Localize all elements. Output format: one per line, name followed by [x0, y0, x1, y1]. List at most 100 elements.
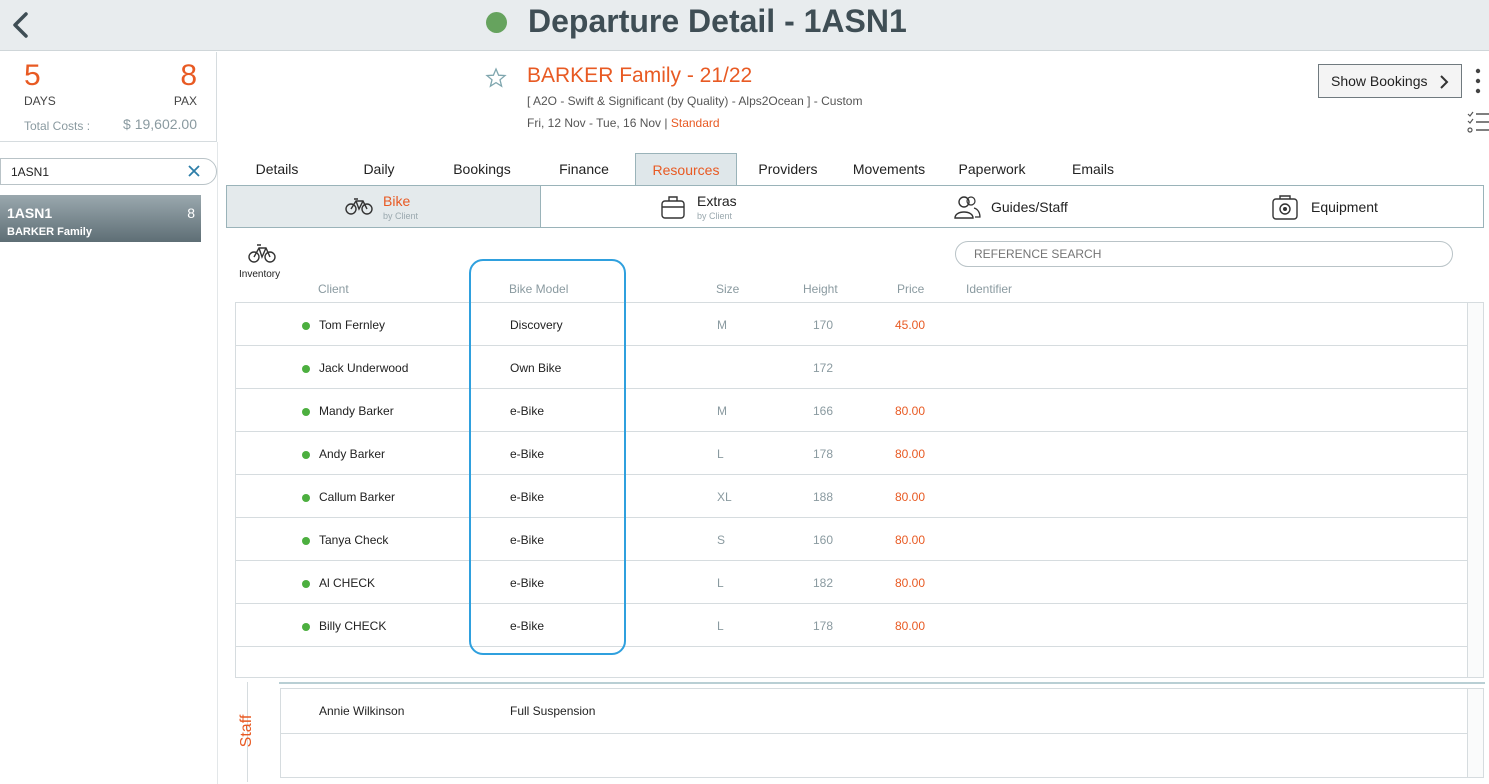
search-value: 1ASN1 — [11, 165, 50, 179]
size-value: L — [717, 576, 724, 590]
staff-section-divider — [279, 682, 1485, 684]
bike-icon — [345, 196, 373, 221]
subtab-guides-label: Guides/Staff — [991, 199, 1068, 215]
staff-row[interactable]: Annie Wilkinson Full Suspension — [281, 689, 1469, 734]
table-row[interactable]: Callum Barker e-Bike XL 188 80.00 — [236, 475, 1469, 518]
price-value: 80.00 — [895, 619, 926, 633]
height-value: 178 — [813, 447, 834, 461]
days-count: 5 — [24, 59, 41, 92]
tab-emails[interactable]: Emails — [1043, 153, 1143, 185]
tab-daily[interactable]: Daily — [329, 153, 429, 185]
tab-details[interactable]: Details — [227, 153, 327, 185]
table-row[interactable]: Tanya Check e-Bike S 160 80.00 — [236, 518, 1469, 561]
height-value: 182 — [813, 576, 834, 590]
client-name: Billy CHECK — [319, 619, 387, 633]
resource-subtabs: Bike by Client Extras by Client Guides/S… — [226, 185, 1484, 228]
departure-code: 1ASN1 — [7, 205, 53, 221]
status-dot — [302, 451, 310, 459]
top-bar: Departure Detail - 1ASN1 — [0, 0, 1489, 51]
size-value: XL — [717, 490, 732, 504]
staff-section-label: Staff — [238, 714, 255, 748]
height-value: 166 — [813, 404, 834, 418]
staff-icon — [953, 194, 981, 225]
staff-scrollbar[interactable] — [1467, 689, 1483, 777]
inventory-bike-icon[interactable] — [248, 242, 276, 264]
col-price[interactable]: Price — [897, 282, 924, 296]
dates-text: Fri, 12 Nov - Tue, 16 Nov | — [527, 116, 668, 130]
sidebar-divider — [217, 142, 218, 784]
tab-paperwork[interactable]: Paperwork — [941, 153, 1043, 185]
tour-description: [ A2O - Swift & Significant (by Quality)… — [527, 94, 863, 108]
subtab-guides-staff[interactable]: Guides/Staff — [861, 186, 1171, 227]
table-row[interactable]: Jack Underwood Own Bike 172 — [236, 346, 1469, 389]
departure-name: BARKER Family — [7, 226, 92, 238]
client-name: Tanya Check — [319, 533, 389, 547]
height-value: 188 — [813, 490, 834, 504]
staff-name: Annie Wilkinson — [319, 704, 405, 718]
subtab-equipment[interactable]: Equipment — [1171, 186, 1483, 227]
table-scrollbar[interactable] — [1467, 303, 1483, 677]
client-name: Mandy Barker — [319, 404, 394, 418]
table-row[interactable]: Billy CHECK e-Bike L 178 80.00 — [236, 604, 1469, 647]
show-bookings-label: Show Bookings — [1331, 73, 1428, 89]
status-dot — [302, 494, 310, 502]
more-vertical-icon[interactable] — [1472, 66, 1484, 96]
reference-search-input[interactable] — [955, 241, 1453, 267]
subtab-extras[interactable]: Extras by Client — [541, 186, 861, 227]
table-row[interactable]: Tom Fernley Discovery M 170 45.00 — [236, 303, 1469, 346]
departure-list-item[interactable]: 1ASN1 8 BARKER Family — [0, 195, 201, 242]
subtab-bike[interactable]: Bike by Client — [227, 186, 541, 227]
size-value: M — [717, 318, 727, 332]
table-row[interactable]: Andy Barker e-Bike L 178 80.00 — [236, 432, 1469, 475]
date-range: Fri, 12 Nov - Tue, 16 Nov | Standard — [527, 116, 720, 130]
departure-pax: 8 — [187, 205, 195, 221]
tab-finance[interactable]: Finance — [533, 153, 635, 185]
total-costs-label: Total Costs : — [24, 119, 91, 133]
tab-movements[interactable]: Movements — [839, 153, 939, 185]
inventory-label: Inventory — [239, 269, 281, 280]
table-row[interactable]: Mandy Barker e-Bike M 166 80.00 — [236, 389, 1469, 432]
height-value: 172 — [813, 361, 834, 375]
bike-model-highlight-box — [469, 259, 626, 655]
price-value: 80.00 — [895, 490, 926, 504]
col-identifier[interactable]: Identifier — [966, 282, 1012, 296]
pax-label: PAX — [173, 94, 197, 108]
tab-providers[interactable]: Providers — [737, 153, 839, 185]
status-dot — [302, 322, 310, 330]
staff-bike-model[interactable]: Full Suspension — [510, 704, 595, 718]
price-value: 80.00 — [895, 576, 926, 590]
page-title: Departure Detail - 1ASN1 — [528, 3, 907, 39]
checklist-icon[interactable] — [1466, 110, 1489, 134]
size-value: S — [717, 533, 726, 547]
equipment-icon — [1271, 194, 1299, 227]
days-label: DAYS — [24, 94, 56, 108]
show-bookings-button[interactable]: Show Bookings — [1318, 64, 1462, 98]
tab-resources[interactable]: Resources — [635, 153, 737, 185]
subtab-bike-label: Bike — [383, 193, 411, 209]
departure-summary: 5 DAYS 8 PAX Total Costs : $ 19,602.00 — [0, 52, 217, 142]
client-name: Andy Barker — [319, 447, 386, 461]
star-icon[interactable] — [485, 67, 507, 89]
tab-bookings[interactable]: Bookings — [431, 153, 533, 185]
status-dot — [302, 623, 310, 631]
price-value: 80.00 — [895, 447, 926, 461]
pax-count: 8 — [180, 59, 197, 92]
status-dot — [302, 537, 310, 545]
booking-title: BARKER Family - 21/22 — [527, 64, 753, 87]
height-value: 170 — [813, 318, 834, 332]
col-client[interactable]: Client — [318, 282, 349, 296]
size-value: L — [717, 619, 724, 633]
back-arrow-icon[interactable] — [6, 8, 36, 42]
subtab-extras-sub: by Client — [697, 211, 733, 221]
price-value: 80.00 — [895, 404, 926, 418]
col-height[interactable]: Height — [803, 282, 838, 296]
table-row[interactable]: Al CHECK e-Bike L 182 80.00 — [236, 561, 1469, 604]
col-size[interactable]: Size — [716, 282, 739, 296]
departure-search-input[interactable]: 1ASN1 — [0, 158, 217, 185]
client-name: Jack Underwood — [319, 361, 409, 375]
clear-icon[interactable] — [186, 163, 202, 179]
status-dot — [302, 580, 310, 588]
height-value: 178 — [813, 619, 834, 633]
height-value: 160 — [813, 533, 834, 547]
subtab-bike-sub: by Client — [383, 211, 419, 221]
